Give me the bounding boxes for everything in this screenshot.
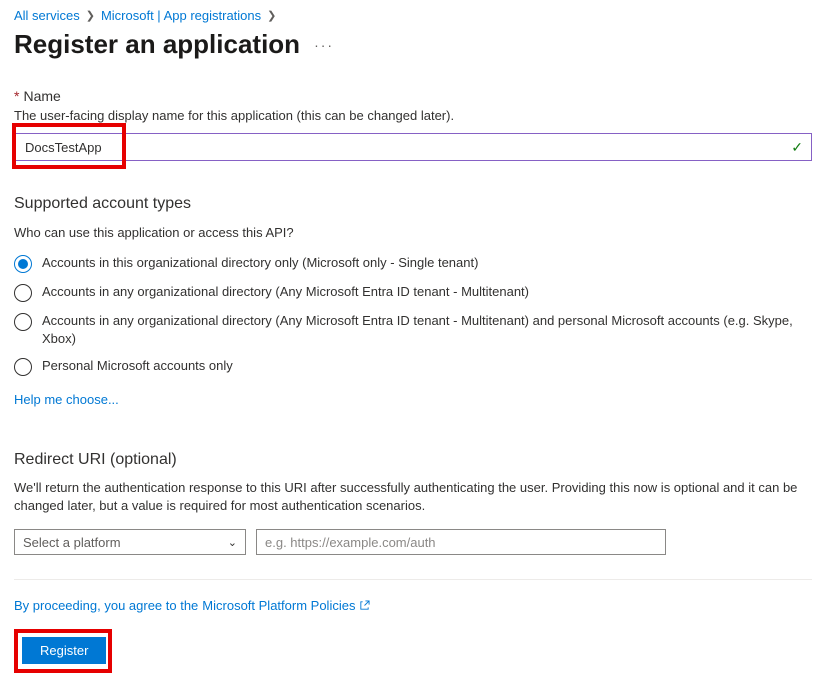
account-type-option-single-tenant[interactable]: Accounts in this organizational director…: [14, 254, 812, 273]
radio-icon: [14, 255, 32, 273]
radio-icon: [14, 358, 32, 376]
checkmark-icon: ✓: [791, 139, 803, 156]
name-label: *Name: [14, 88, 812, 104]
radio-icon: [14, 313, 32, 331]
redirect-uri-heading: Redirect URI (optional): [14, 451, 812, 469]
chevron-right-icon: ❯: [86, 9, 95, 22]
platform-policies-link[interactable]: Microsoft Platform Policies: [202, 598, 355, 613]
account-types-question: Who can use this application or access t…: [14, 225, 812, 240]
help-me-choose-link[interactable]: Help me choose...: [14, 392, 119, 407]
page-title: Register an application: [14, 29, 300, 60]
account-types-heading: Supported account types: [14, 195, 812, 213]
platform-select-value: Select a platform: [23, 535, 121, 550]
account-type-option-multitenant[interactable]: Accounts in any organizational directory…: [14, 283, 812, 302]
radio-label: Accounts in any organizational directory…: [42, 283, 529, 301]
redirect-uri-input[interactable]: [256, 529, 666, 555]
name-description: The user-facing display name for this ap…: [14, 108, 812, 123]
breadcrumb: All services ❯ Microsoft | App registrat…: [14, 8, 812, 23]
redirect-uri-description: We'll return the authentication response…: [14, 479, 812, 515]
account-type-option-personal-only[interactable]: Personal Microsoft accounts only: [14, 357, 812, 376]
name-input[interactable]: [23, 139, 791, 156]
account-type-option-multitenant-personal[interactable]: Accounts in any organizational directory…: [14, 312, 812, 347]
divider: [14, 579, 812, 580]
more-actions-button[interactable]: ···: [314, 37, 334, 53]
breadcrumb-link-app-registrations[interactable]: Microsoft | App registrations: [101, 8, 261, 23]
radio-label: Accounts in this organizational director…: [42, 254, 478, 272]
chevron-right-icon: ❯: [267, 9, 276, 22]
breadcrumb-link-all-services[interactable]: All services: [14, 8, 80, 23]
platform-select[interactable]: Select a platform ⌄: [14, 529, 246, 555]
chevron-down-icon: ⌄: [228, 536, 237, 549]
register-button[interactable]: Register: [22, 637, 106, 664]
radio-icon: [14, 284, 32, 302]
required-indicator: *: [14, 88, 19, 104]
radio-label: Personal Microsoft accounts only: [42, 357, 233, 375]
policy-agreement-text: By proceeding, you agree to the Microsof…: [14, 598, 812, 613]
radio-label: Accounts in any organizational directory…: [42, 312, 812, 347]
account-types-radio-group: Accounts in this organizational director…: [14, 254, 812, 376]
name-input-container: ✓: [14, 133, 812, 161]
external-link-icon: [359, 600, 370, 611]
